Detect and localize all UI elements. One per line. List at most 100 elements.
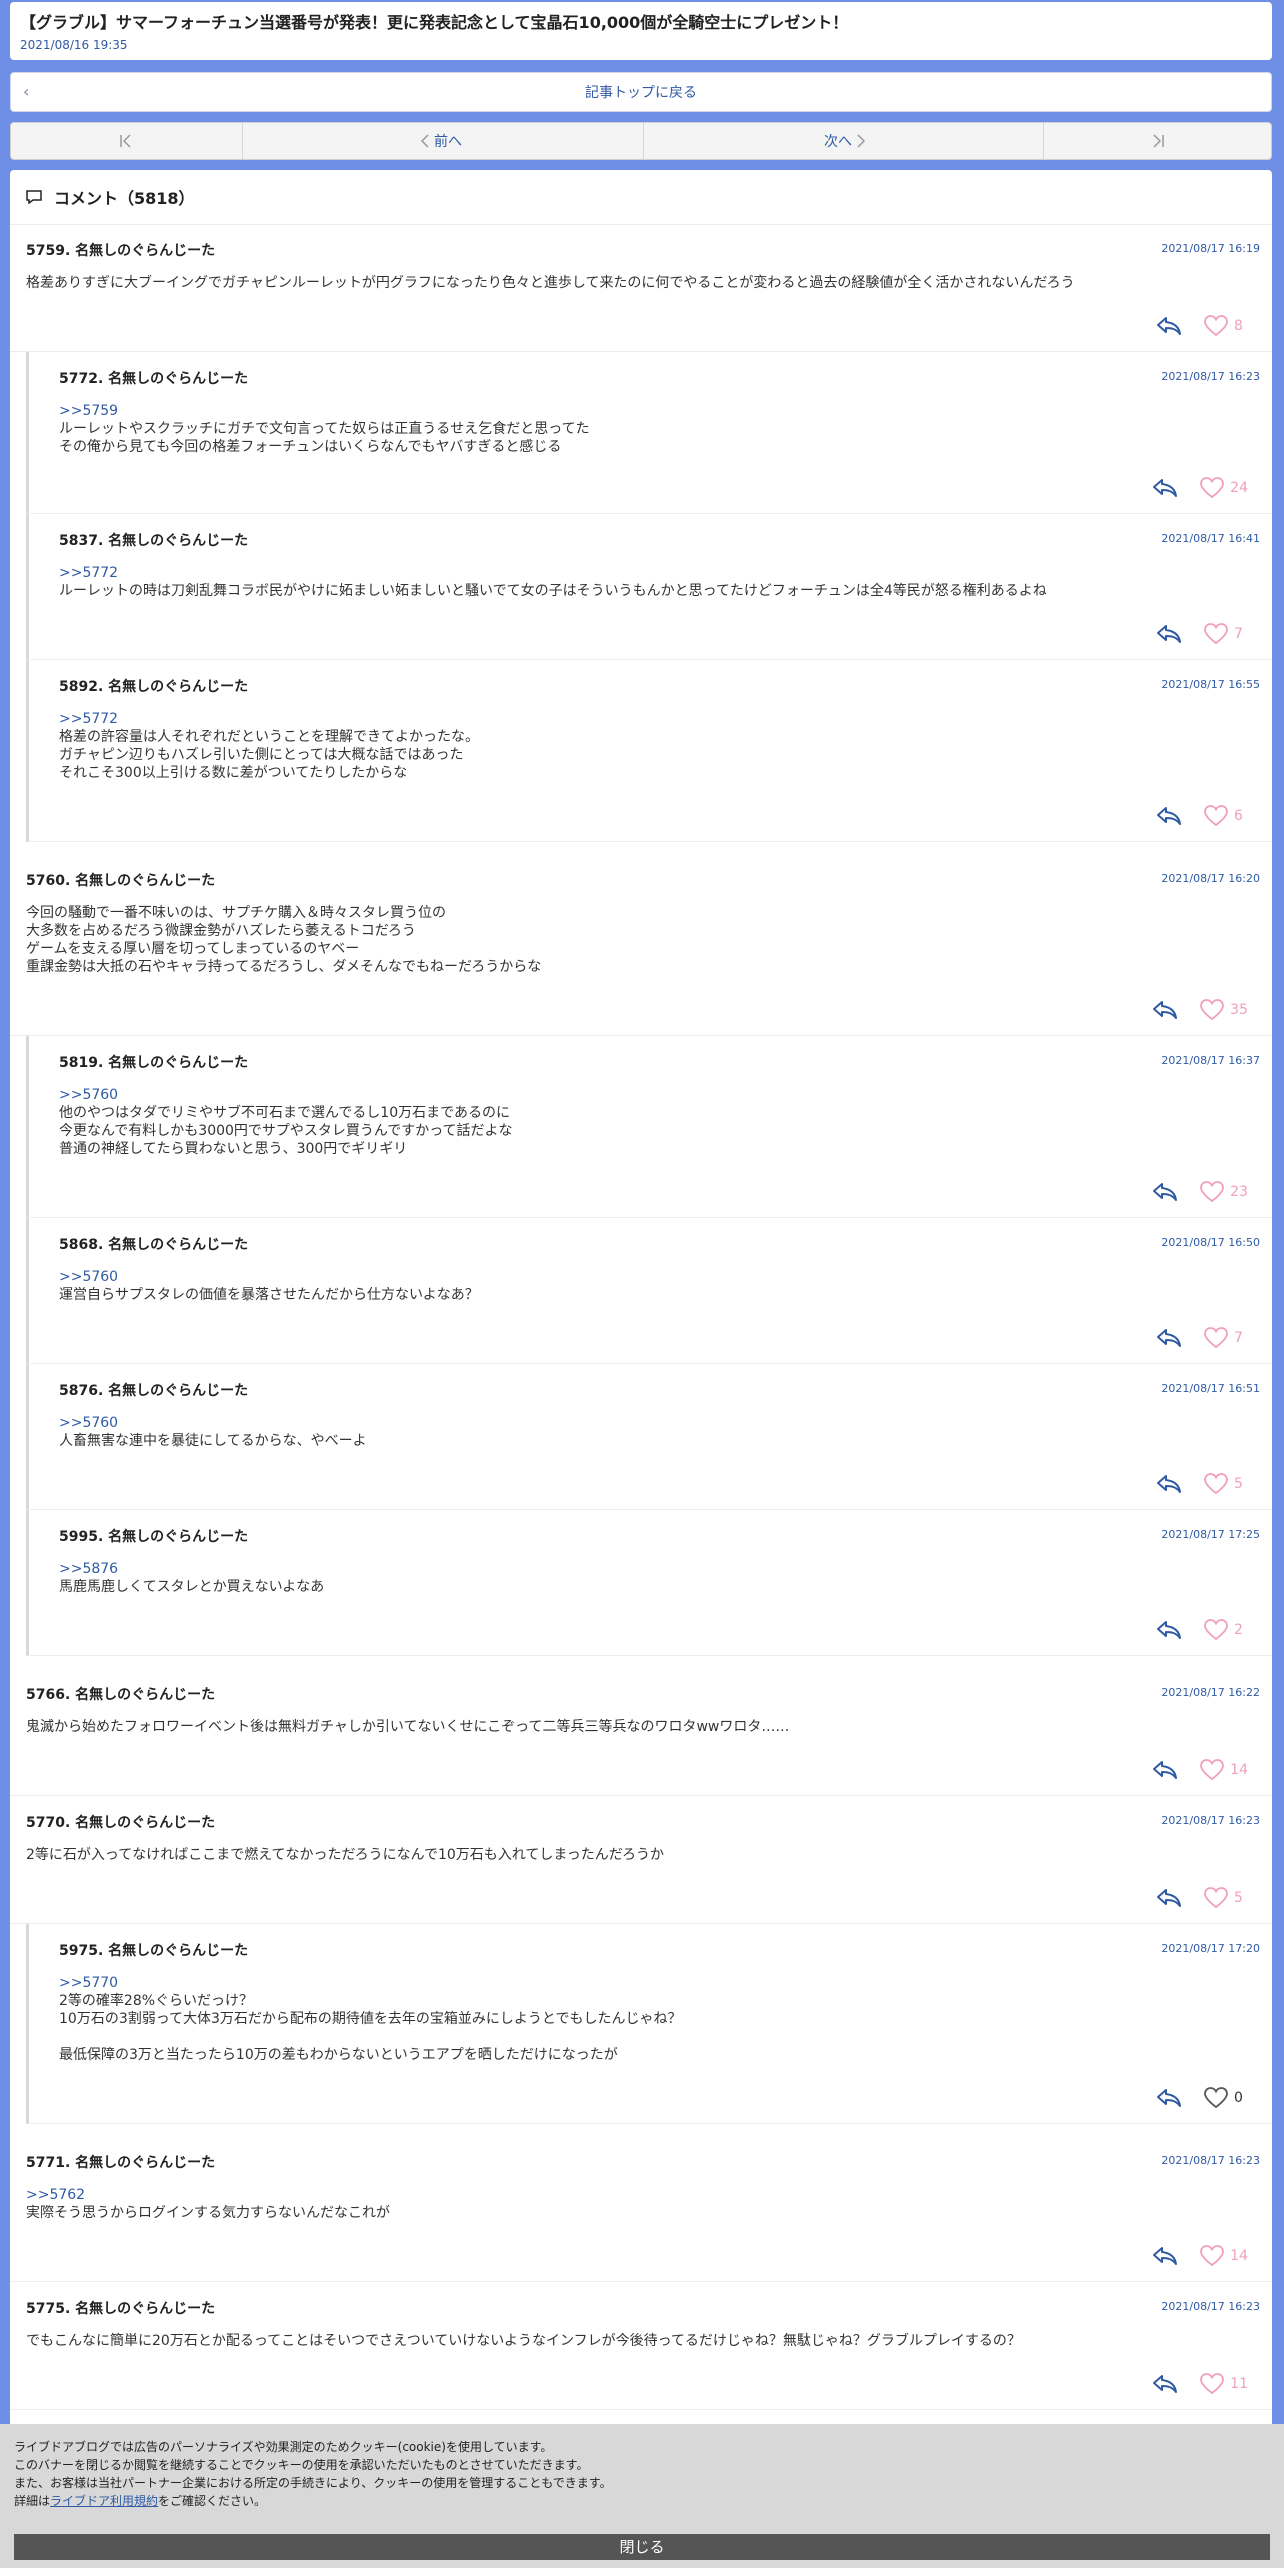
like-count: 7 [1234,626,1243,642]
heart-icon[interactable] [1204,1327,1228,1349]
comment-item: 5975. 名無しのぐらんじーた 2021/08/17 17:20 >>5770 2… [26,1924,1272,2124]
next-page-label: 次へ [824,134,853,150]
first-page-button[interactable] [11,123,244,159]
prev-page-button[interactable]: 前へ [243,123,644,159]
reply-anchor-link[interactable]: >>5760 [59,1414,1252,1432]
comment-author: 名無しのぐらんじーた [108,1529,249,1545]
heart-icon[interactable] [1204,1619,1228,1641]
back-to-top-label: 記事トップに戻る [585,85,697,101]
comment-number: 5995. [59,1529,104,1545]
reply-icon[interactable] [1152,1760,1178,1780]
comment-body: ルーレットの時は刀剣乱舞コラボ民がやけに妬ましい妬ましいと騒いでて女の子はそうい… [59,583,1047,599]
reply-icon[interactable] [1156,1620,1182,1640]
comment-time: 2021/08/17 16:19 [1161,242,1260,255]
comment-body: 鬼滅から始めたフォロワーイベント後は無料ガチャしか引いてないくせにこぞって二等兵… [26,1719,790,1735]
reply-anchor-link[interactable]: >>5759 [59,402,1252,420]
comment-author: 名無しのぐらんじーた [75,1687,216,1703]
comment-body: 格差ありすぎに大ブーイングでガチャピンルーレットが円グラフになったり色々と進歩し… [26,275,1075,291]
comment-author: 名無しのぐらんじーた [75,2155,216,2171]
pagination-nav: 前へ 次へ [10,122,1272,160]
comment-author: 名無しのぐらんじーた [108,371,249,387]
comment-time: 2021/08/17 16:23 [1161,2300,1260,2313]
heart-icon[interactable] [1204,805,1228,827]
comment-number: 5819. [59,1055,104,1071]
comment-item: 5772. 名無しのぐらんじーた 2021/08/17 16:23 >>5759 ル… [26,352,1272,514]
reply-icon[interactable] [1156,1888,1182,1908]
comment-body: でもこんなに簡単に20万石とか配るってことはそいつでさえついていけないようなイン… [26,2333,1021,2349]
like-count: 5 [1234,1476,1243,1492]
heart-icon[interactable] [1200,2245,1225,2267]
comment-number: 5760. [26,873,71,889]
comments-header: コメント（5818） [10,170,1272,225]
reply-anchor-link[interactable]: >>5772 [59,564,1252,582]
cookie-banner: ライブドアブログでは広告のパーソナライズや効果測定のためクッキー(cookie)… [0,2424,1284,2568]
last-page-icon [1153,134,1165,148]
heart-icon[interactable] [1200,1759,1225,1781]
article-date: 2021/08/16 19:35 [20,38,128,52]
reply-icon[interactable] [1156,316,1182,336]
reply-icon[interactable] [1156,2088,1182,2108]
reply-anchor-link[interactable]: >>5762 [26,2186,1252,2204]
comment-number: 5975. [59,1943,104,1959]
back-to-top-button[interactable]: ‹ 記事トップに戻る [10,72,1272,112]
close-button[interactable]: 閉じる [14,2534,1270,2560]
comment-time: 2021/08/17 16:22 [1161,1686,1260,1699]
comment-time: 2021/08/17 16:51 [1161,1382,1260,1395]
reply-icon[interactable] [1152,478,1178,498]
comment-number: 5837. [59,533,104,549]
like-count: 2 [1234,1622,1243,1638]
reply-anchor-link[interactable]: >>5772 [59,710,1252,728]
next-page-button[interactable]: 次へ [644,123,1044,159]
like-count: 7 [1234,1330,1243,1346]
like-count: 14 [1230,2248,1248,2264]
reply-icon[interactable] [1152,2374,1178,2394]
reply-icon[interactable] [1152,1000,1178,1020]
cookie-text-line: ライブドアブログでは広告のパーソナライズや効果測定のためクッキー(cookie)… [14,2440,553,2454]
prev-page-label: 前へ [433,134,462,150]
comment-author: 名無しのぐらんじーた [108,1943,249,1959]
reply-anchor-link[interactable]: >>5760 [59,1268,1252,1286]
last-page-button[interactable] [1044,123,1271,159]
chevron-right-icon [857,134,866,148]
heart-icon[interactable] [1200,1181,1225,1203]
comment-body: 2等の確率28%ぐらいだっけ？ 10万石の3割弱って大体3万石だから配布の期待値… [59,1993,682,2063]
comment-author: 名無しのぐらんじーた [108,1055,249,1071]
comment-item: 5892. 名無しのぐらんじーた 2021/08/17 16:55 >>5772 格… [26,660,1272,842]
heart-icon[interactable] [1200,999,1225,1021]
comment-time: 2021/08/17 16:23 [1161,370,1260,383]
heart-icon[interactable] [1204,1887,1228,1909]
reply-anchor-link[interactable]: >>5760 [59,1086,1252,1104]
reply-anchor-link[interactable]: >>5770 [59,1974,1252,1992]
heart-icon[interactable] [1204,1473,1228,1495]
like-count: 11 [1230,2376,1248,2392]
comment-number: 5775. [26,2301,71,2317]
like-count: 24 [1230,480,1248,496]
reply-icon[interactable] [1156,1474,1182,1494]
reply-anchor-link[interactable]: >>5876 [59,1560,1252,1578]
reply-icon[interactable] [1156,806,1182,826]
comment-author: 名無しのぐらんじーた [108,533,249,549]
comment-body: ルーレットやスクラッチにガチで文句言ってた奴らは正直うるせえ乞食だと思ってた そ… [59,421,590,455]
reply-icon[interactable] [1156,624,1182,644]
reply-icon[interactable] [1152,2246,1178,2266]
heart-icon[interactable] [1204,623,1228,645]
reply-icon[interactable] [1156,1328,1182,1348]
comment-number: 5772. [59,371,104,387]
comment-item: 5770. 名無しのぐらんじーた 2021/08/17 16:23 2等に石が入っ… [10,1796,1272,1924]
comment-number: 5876. [59,1383,104,1399]
speech-bubble-icon [26,190,42,204]
heart-icon[interactable] [1200,2373,1225,2395]
cookie-text-line: 詳細はライブドア利用規約をご確認ください。 [14,2494,267,2508]
like-count: 6 [1234,808,1243,824]
comment-body: 今回の騒動で一番不味いのは、サプチケ購入＆時々スタレ買う位の 大多数を占めるだろ… [26,905,542,975]
terms-link[interactable]: ライブドア利用規約 [50,2494,158,2508]
comment-number: 5770. [26,1815,71,1831]
comment-author: 名無しのぐらんじーた [108,679,249,695]
comment-time: 2021/08/17 16:20 [1161,872,1260,885]
comment-item: 5868. 名無しのぐらんじーた 2021/08/17 16:50 >>5760 運… [26,1218,1272,1364]
heart-icon[interactable] [1204,2087,1228,2109]
reply-icon[interactable] [1152,1182,1178,1202]
heart-icon[interactable] [1204,315,1228,337]
heart-icon[interactable] [1200,477,1225,499]
comment-item: 5837. 名無しのぐらんじーた 2021/08/17 16:41 >>5772 ル… [26,514,1272,660]
